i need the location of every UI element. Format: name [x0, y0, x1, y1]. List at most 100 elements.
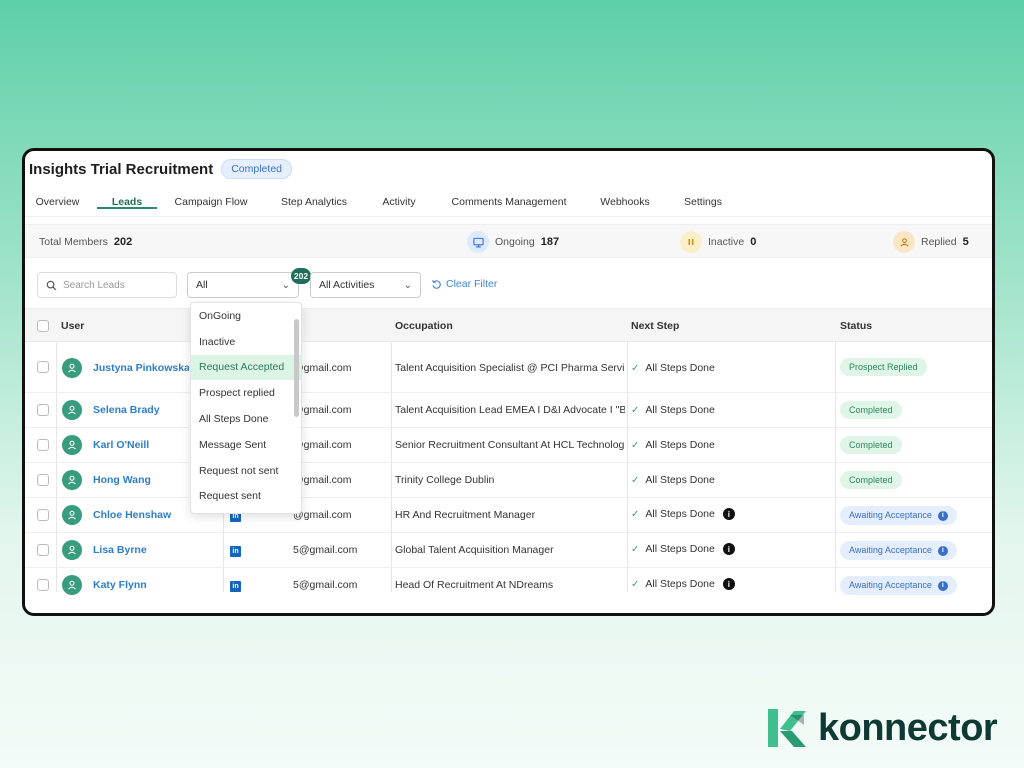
avatar [62, 470, 82, 490]
activity-filter-select[interactable]: All Activities ⌄ [310, 272, 421, 298]
info-icon[interactable]: i [722, 508, 735, 521]
monitor-icon [467, 231, 489, 253]
dropdown-scrollbar[interactable] [294, 319, 299, 417]
tab-leads[interactable]: Leads [97, 189, 157, 209]
info-icon[interactable]: i [937, 580, 948, 591]
check-circle-icon: ✓ [631, 579, 640, 590]
tab-webhooks[interactable]: Webhooks [599, 189, 651, 208]
table-row[interactable]: Hong Wang @gmail.com Trinity College Dub… [25, 463, 992, 498]
check-circle-icon: ✓ [631, 509, 640, 520]
next-step-label: All Steps Done [645, 474, 715, 486]
search-placeholder: Search Leads [63, 279, 125, 291]
status-dropdown-menu: OnGoing Inactive Request Accepted Prospe… [190, 302, 302, 514]
user-occupation: Head Of Recruitment At NDreams [395, 579, 554, 591]
table-row[interactable]: Justyna Pinkowska @gmail.com Talent Acqu… [25, 343, 992, 393]
title-row: Insights Trial Recruitment Completed [29, 159, 292, 179]
table-row[interactable]: Selena Brady @gmail.com Talent Acquisiti… [25, 393, 992, 428]
status-badge-label: Awaiting Acceptance [849, 545, 932, 555]
stats-bar: Total Members 202 Ongoing 187 Inactive 0… [25, 224, 992, 258]
next-step-label: All Steps Done [645, 439, 715, 451]
filter-bar: Search Leads All ⌄ 202 All Activities ⌄ … [37, 268, 992, 298]
user-email: @gmail.com [293, 439, 352, 451]
dropdown-option-prospect-replied[interactable]: Prospect replied [191, 380, 301, 406]
check-circle-icon: ✓ [631, 544, 640, 555]
stat-inactive: Inactive 0 [680, 225, 756, 259]
row-checkbox[interactable] [37, 439, 49, 451]
status-badge: Awaiting Acceptance i [840, 541, 957, 560]
tab-settings[interactable]: Settings [681, 189, 725, 208]
table-row[interactable]: Lisa Byrne in 5@gmail.com Global Talent … [25, 533, 992, 568]
linkedin-icon[interactable]: in [230, 546, 241, 557]
clear-filter-label: Clear Filter [446, 278, 498, 290]
dropdown-option-inactive[interactable]: Inactive [191, 329, 301, 355]
user-name-link[interactable]: Lisa Byrne [93, 544, 189, 556]
stat-total-value: 202 [113, 236, 133, 248]
tab-activity[interactable]: Activity [379, 189, 419, 208]
avatar [62, 400, 82, 420]
user-name-link[interactable]: Chloe Henshaw [93, 509, 189, 521]
pause-icon [680, 231, 702, 253]
tab-step-analytics[interactable]: Step Analytics [277, 189, 351, 208]
user-name-link[interactable]: Justyna Pinkowska [93, 362, 189, 374]
info-icon[interactable]: i [722, 578, 735, 591]
info-icon[interactable]: i [937, 545, 948, 556]
info-icon[interactable]: i [937, 510, 948, 521]
table-row[interactable]: Katy Flynn in 5@gmail.com Head Of Recrui… [25, 568, 992, 603]
tab-overview[interactable]: Overview [35, 189, 80, 208]
avatar [62, 435, 82, 455]
user-occupation: Talent Acquisition Specialist @ PCI Phar… [395, 362, 625, 374]
row-checkbox[interactable] [37, 361, 49, 373]
status-badge: Prospect Replied [840, 358, 927, 376]
next-step-cell: ✓ All Steps Done i [631, 543, 831, 559]
dropdown-option-request-accepted[interactable]: Request Accepted [191, 354, 301, 381]
status-filter-select[interactable]: All ⌄ [187, 272, 299, 298]
reset-icon [431, 279, 441, 289]
stat-ongoing-value: 187 [540, 236, 560, 248]
user-occupation: Senior Recruitment Consultant At HCL Tec… [395, 439, 625, 451]
user-name-link[interactable]: Selena Brady [93, 404, 189, 416]
user-email: @gmail.com [293, 362, 352, 374]
tab-campaign-flow[interactable]: Campaign Flow [173, 189, 249, 208]
select-all-checkbox[interactable] [37, 320, 49, 332]
stat-ongoing: Ongoing 187 [467, 225, 559, 259]
user-name-link[interactable]: Katy Flynn [93, 579, 189, 591]
status-count-badge: 202 [291, 268, 311, 284]
dropdown-option-request-not-sent[interactable]: Request not sent [191, 458, 301, 484]
user-name-link[interactable]: Karl O'Neill [93, 439, 189, 451]
info-icon[interactable]: i [722, 543, 735, 556]
user-occupation: Global Talent Acquisition Manager [395, 544, 554, 556]
user-occupation: Trinity College Dublin [395, 474, 495, 486]
row-checkbox[interactable] [37, 404, 49, 416]
next-step-label: All Steps Done [645, 578, 715, 590]
tab-comments-management[interactable]: Comments Management [449, 189, 569, 208]
next-step-cell: ✓ All Steps Done i [631, 508, 831, 524]
header-occupation: Occupation [395, 320, 453, 332]
row-checkbox[interactable] [37, 579, 49, 591]
row-checkbox[interactable] [37, 474, 49, 486]
clear-filter-button[interactable]: Clear Filter [431, 278, 497, 290]
row-checkbox[interactable] [37, 509, 49, 521]
search-input[interactable]: Search Leads [37, 272, 177, 298]
row-checkbox[interactable] [37, 544, 49, 556]
dropdown-option-all-steps-done[interactable]: All Steps Done [191, 406, 301, 432]
user-email: @gmail.com [293, 509, 352, 521]
next-step-cell: ✓ All Steps Done [631, 439, 831, 451]
stat-ongoing-label: Ongoing [495, 236, 535, 248]
next-step-label: All Steps Done [645, 362, 715, 374]
linkedin-icon[interactable]: in [230, 581, 241, 592]
status-badge: Completed [840, 401, 902, 419]
status-badge: Awaiting Acceptance i [840, 576, 957, 595]
status-badge: Awaiting Acceptance i [840, 506, 957, 525]
avatar [62, 358, 82, 378]
dropdown-option-message-sent[interactable]: Message Sent [191, 432, 301, 458]
dropdown-option-request-sent[interactable]: Request sent [191, 484, 301, 510]
status-badge-label: Awaiting Acceptance [849, 580, 932, 590]
table-row[interactable]: Chloe Henshaw in @gmail.com HR And Recru… [25, 498, 992, 533]
check-circle-icon: ✓ [631, 475, 640, 486]
user-occupation: Talent Acquisition Lead EMEA I D&I Advoc… [395, 404, 625, 416]
user-email: 5@gmail.com [293, 544, 358, 556]
chevron-down-icon: ⌄ [281, 279, 290, 291]
table-row[interactable]: Karl O'Neill @gmail.com Senior Recruitme… [25, 428, 992, 463]
user-name-link[interactable]: Hong Wang [93, 474, 189, 486]
dropdown-option-ongoing[interactable]: OnGoing [191, 303, 301, 329]
